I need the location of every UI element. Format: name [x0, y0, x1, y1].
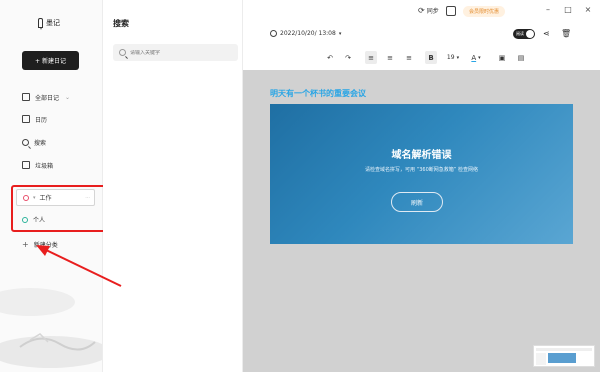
- app-window: 墨记 + 新建日记 全部日记 ⌄ 日历 搜索 垃圾箱 ▾ 工作 ··· 个人 +…: [0, 0, 600, 372]
- search-icon: [22, 138, 29, 146]
- chevron-down-icon[interactable]: ▾: [33, 195, 36, 201]
- sync-icon: ⟳: [418, 6, 425, 15]
- maximize-button[interactable]: □: [563, 5, 573, 14]
- vip-promo-badge[interactable]: 会员限时优惠: [463, 6, 505, 17]
- minimize-button[interactable]: –: [543, 5, 553, 14]
- thumbnail-preview: [533, 345, 595, 367]
- pen-icon: [38, 18, 43, 30]
- avatar-icon: [446, 6, 456, 16]
- read-mode-toggle[interactable]: 阅读: [513, 29, 535, 39]
- sidebar-item-label: 全部日记: [35, 94, 60, 102]
- align-left-icon[interactable]: ≡: [365, 51, 377, 64]
- font-size-value: 19: [446, 54, 455, 61]
- font-size-select[interactable]: 19 ▾: [443, 51, 463, 64]
- align-right-icon[interactable]: ≡: [403, 51, 415, 64]
- trash-icon: [22, 161, 30, 169]
- redo-icon[interactable]: ↷: [343, 51, 353, 64]
- category-item-personal[interactable]: 个人: [22, 215, 45, 224]
- calendar-icon: [22, 115, 30, 123]
- error-page: 域名解析错误 请检查域名拼写，可用 “360断网急救箱” 检查网络 刷新: [270, 104, 573, 244]
- error-title: 域名解析错误: [391, 150, 452, 161]
- clock-icon: [270, 30, 277, 37]
- notebook-icon: [22, 93, 30, 101]
- share-icon[interactable]: ⋖: [543, 29, 550, 38]
- close-button[interactable]: ×: [583, 5, 593, 14]
- align-center-icon[interactable]: ≡: [384, 51, 396, 64]
- add-category-button[interactable]: + 新建分类: [22, 240, 58, 249]
- chevron-down-icon: ▾: [338, 30, 342, 37]
- thumbnail-content: [548, 353, 576, 363]
- note-date[interactable]: 2022/10/20/ 13:08 ▾: [270, 30, 341, 37]
- plus-icon: +: [22, 240, 29, 249]
- category-color-dot: [22, 216, 28, 223]
- note-list-panel: 搜索: [103, 0, 243, 372]
- category-color-dot: [23, 194, 29, 201]
- thumbnail-titlebar: [536, 348, 592, 351]
- date-label: 2022/10/20/ 13:08: [280, 30, 336, 37]
- app-logo: 墨记: [38, 18, 60, 30]
- category-label: 个人: [33, 217, 46, 224]
- note-meta-bar: 2022/10/20/ 13:08 ▾ 阅读 ⋖ 🗑: [243, 28, 600, 42]
- landscape-decoration: [0, 288, 102, 368]
- sticky-note-icon[interactable]: ▤: [515, 51, 527, 64]
- image-icon[interactable]: ▣: [496, 51, 508, 64]
- more-icon[interactable]: ···: [85, 195, 90, 201]
- bold-button[interactable]: B: [425, 51, 437, 64]
- title-bar: ⟳ 同步 会员限时优惠 – □ ×: [243, 0, 600, 24]
- delete-icon[interactable]: 🗑: [561, 29, 571, 38]
- undo-icon[interactable]: ↶: [325, 51, 335, 64]
- search-icon: [119, 49, 126, 56]
- toggle-label: 阅读: [516, 31, 524, 36]
- app-name: 墨记: [46, 19, 60, 27]
- error-description: 请检查域名拼写，可用 “360断网急救箱” 检查网络: [365, 167, 478, 173]
- search-input[interactable]: [130, 49, 230, 56]
- chevron-down-icon: ▾: [456, 54, 460, 61]
- sidebar-item-trash[interactable]: 垃圾箱: [22, 160, 53, 170]
- chevron-down-icon[interactable]: ⌄: [65, 94, 70, 101]
- category-label: 工作: [39, 195, 52, 202]
- editor-pane: ⟳ 同步 会员限时优惠 – □ × 2022/10/20/ 13:08 ▾ 阅读…: [243, 0, 600, 372]
- sidebar-item-calendar[interactable]: 日历: [22, 114, 47, 124]
- sidebar-item-search[interactable]: 搜索: [22, 137, 46, 147]
- sidebar-item-label: 搜索: [34, 139, 47, 147]
- sidebar-item-label: 垃圾箱: [35, 162, 54, 170]
- avatar[interactable]: [446, 6, 456, 16]
- sidebar-item-all-notes[interactable]: 全部日记 ⌄: [22, 92, 70, 102]
- format-toolbar: ↶ ↷ ≡ ≡ ≡ B 19 ▾ A ▾ ▣ ▤: [243, 50, 600, 66]
- category-item-work[interactable]: ▾ 工作 ···: [16, 189, 95, 206]
- note-canvas[interactable]: 明天有一个杯书的重要会议 域名解析错误 请检查域名拼写，可用 “360断网急救箱…: [243, 70, 600, 372]
- font-color-label: A: [471, 53, 477, 62]
- sidebar-item-label: 日历: [35, 116, 48, 124]
- note-title[interactable]: 明天有一个杯书的重要会议: [270, 88, 366, 99]
- new-note-button[interactable]: + 新建日记: [22, 51, 79, 70]
- panel-title: 搜索: [113, 19, 129, 28]
- add-category-label: 新建分类: [33, 242, 58, 249]
- sync-label: 同步: [426, 8, 439, 15]
- search-box[interactable]: [113, 44, 238, 61]
- thumbnail-sidebar: [536, 353, 546, 365]
- chevron-down-icon: ▾: [478, 54, 481, 61]
- refresh-button[interactable]: 刷新: [391, 192, 443, 212]
- sync-button[interactable]: ⟳ 同步: [418, 6, 439, 15]
- font-color-select[interactable]: A ▾: [468, 51, 484, 64]
